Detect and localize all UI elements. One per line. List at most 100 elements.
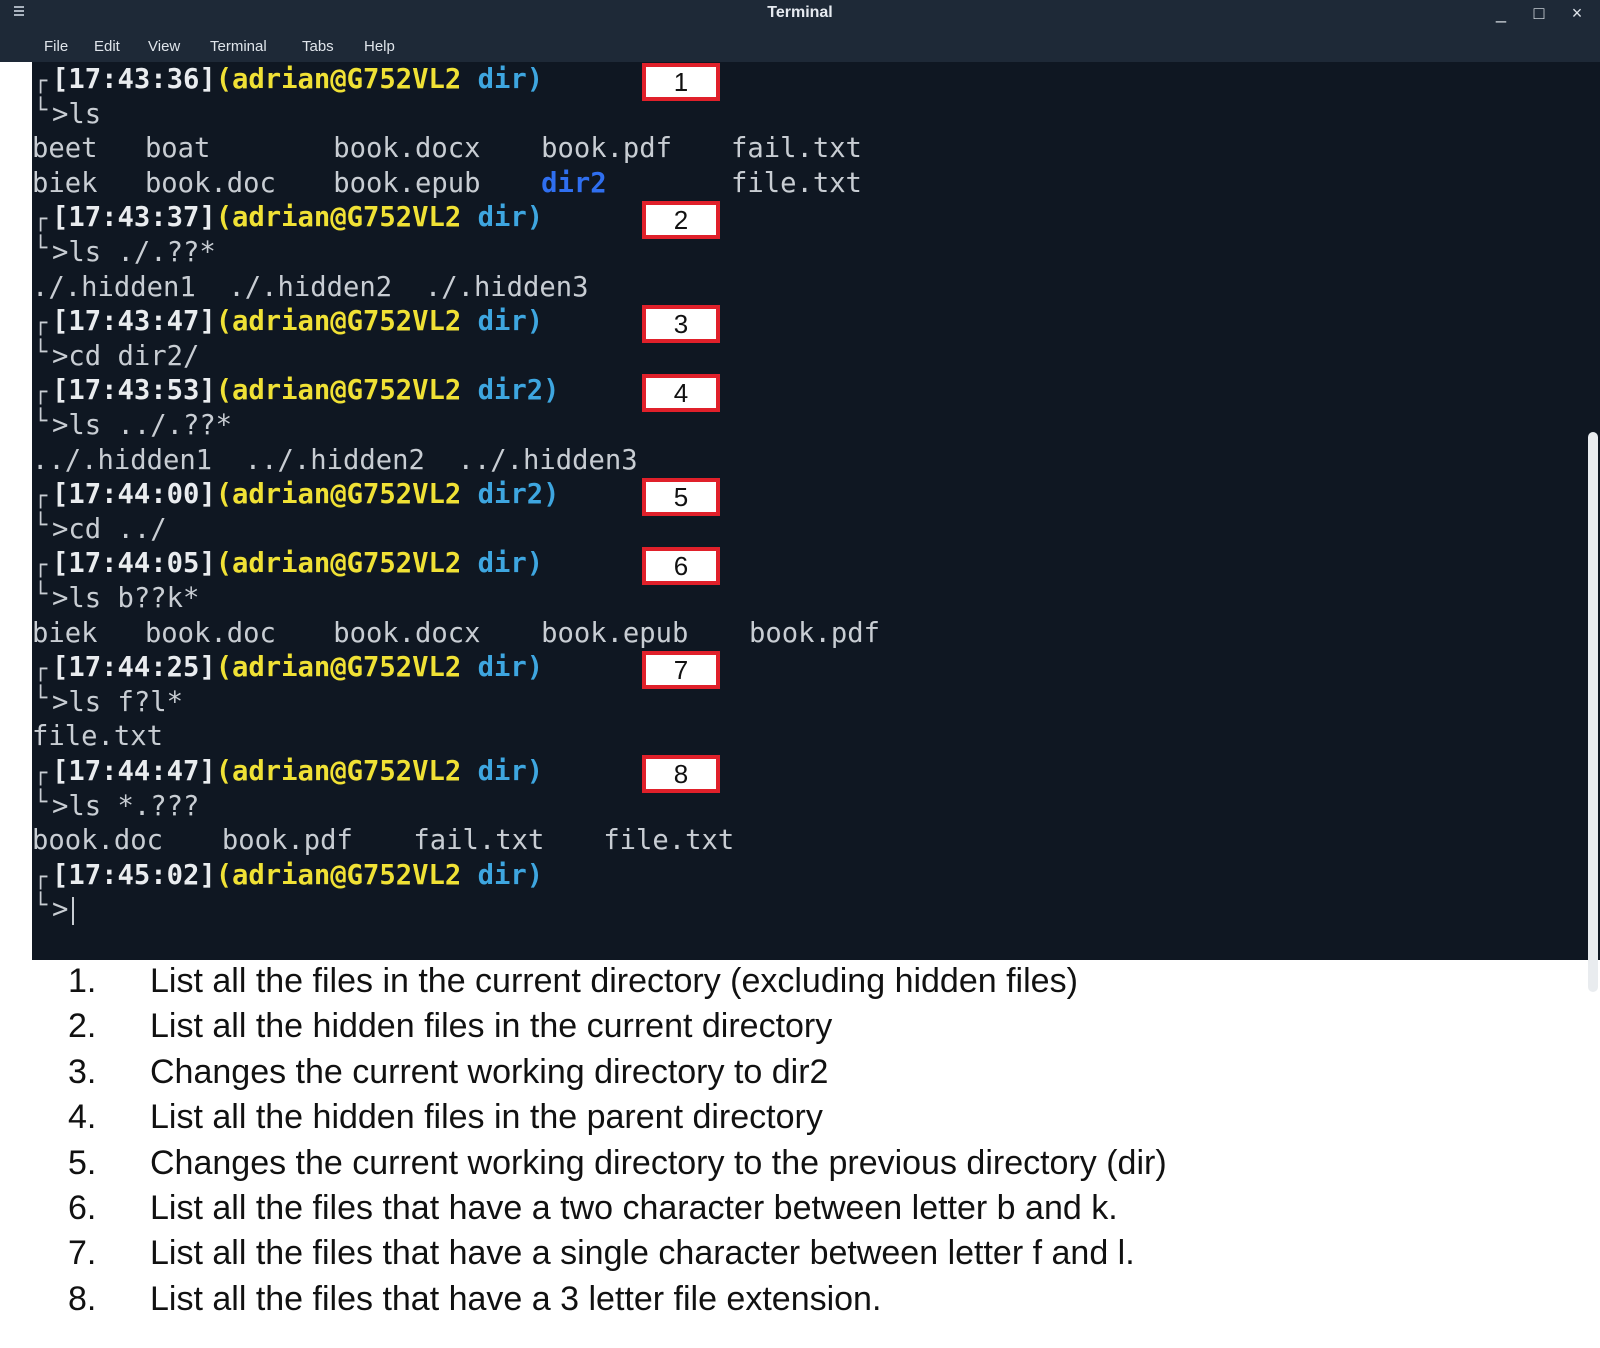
prompt-directory: dir2) bbox=[477, 375, 560, 407]
step-label-6: 6 bbox=[642, 547, 720, 586]
menu-tabs[interactable]: Tabs bbox=[302, 38, 334, 55]
file-entry: book.doc bbox=[144, 617, 276, 649]
menu-bar: File Edit View Terminal Tabs Help bbox=[0, 28, 1600, 62]
prompt-user-host: (adrian@G752VL2 bbox=[215, 375, 462, 407]
file-entry: book.docx bbox=[333, 617, 481, 649]
file-entry: book.doc bbox=[32, 825, 163, 857]
file-entry: beet bbox=[32, 133, 98, 165]
prompt-timestamp: [17:44:25] bbox=[52, 652, 216, 684]
list-item-number: 5. bbox=[68, 1143, 97, 1182]
step-label-4: 4 bbox=[642, 374, 720, 413]
menu-view[interactable]: View bbox=[148, 38, 180, 55]
prompt-directory: dir) bbox=[477, 202, 544, 234]
file-entry: book.pdf bbox=[221, 825, 353, 857]
scrollbar-thumb[interactable] bbox=[1588, 432, 1598, 992]
file-entry: book.pdf bbox=[749, 617, 880, 649]
file-entry: book.docx bbox=[333, 133, 481, 165]
prompt-corner-icon: └ bbox=[34, 685, 48, 711]
step-label-3: 3 bbox=[642, 305, 720, 344]
list-item-text: Changes the current working directory to… bbox=[150, 1052, 829, 1091]
prompt-user-host: (adrian@G752VL2 bbox=[215, 548, 462, 580]
file-entry: boat bbox=[144, 133, 211, 165]
step-label-2: 2 bbox=[642, 201, 720, 240]
list-item-number: 8. bbox=[68, 1279, 97, 1318]
prompt-directory: dir) bbox=[477, 652, 544, 684]
step-label-1: 1 bbox=[642, 63, 720, 101]
command-text: >cd dir2/ bbox=[52, 340, 200, 372]
prompt-directory: dir2) bbox=[477, 479, 560, 511]
step-label-5: 5 bbox=[642, 478, 720, 517]
directory-entry: dir2 bbox=[541, 167, 607, 199]
prompt-timestamp: [17:43:47] bbox=[52, 306, 216, 338]
maximize-button[interactable]: □ bbox=[1524, 0, 1554, 28]
prompt-timestamp: [17:45:02] bbox=[52, 859, 216, 891]
prompt-directory: dir) bbox=[477, 859, 544, 891]
list-item-text: List all the hidden files in the current… bbox=[150, 1007, 833, 1046]
list-item-text: List all the files that have a single ch… bbox=[150, 1234, 1135, 1273]
prompt-directory: dir) bbox=[477, 756, 544, 787]
terminal-output[interactable]: ┌ [17:43:36](adrian@G752VL2 dir) 1 └ >ls beet… bbox=[32, 62, 1582, 960]
close-button[interactable]: × bbox=[1562, 0, 1592, 28]
step-label-7: 7 bbox=[642, 651, 720, 690]
prompt-directory: dir) bbox=[477, 64, 544, 95]
list-item-text: Changes the current working directory to… bbox=[150, 1143, 1167, 1182]
file-entry: file.txt bbox=[603, 825, 735, 857]
menu-file[interactable]: File bbox=[44, 38, 68, 55]
prompt-timestamp: [17:43:53] bbox=[52, 375, 216, 407]
list-item-number: 2. bbox=[68, 1007, 97, 1046]
window-title: Terminal bbox=[767, 4, 833, 21]
prompt-directory: dir) bbox=[477, 548, 544, 580]
command-text: > bbox=[52, 894, 69, 926]
prompt-text: [17:43:37](adrian@G752VL2 dir) bbox=[52, 201, 543, 235]
prompt-text: [17:43:47](adrian@G752VL2 dir) bbox=[52, 305, 543, 339]
list-item-text: List all the files that have a two chara… bbox=[150, 1189, 1118, 1227]
file-entry: biek bbox=[32, 617, 98, 649]
prompt-timestamp: [17:44:00] bbox=[52, 479, 216, 511]
list-item-number: 6. bbox=[68, 1189, 97, 1227]
menu-help[interactable]: Help bbox=[364, 38, 395, 55]
list-item-text: List all the hidden files in the parent … bbox=[150, 1098, 823, 1137]
prompt-text: [17:45:02](adrian@G752VL2 dir) bbox=[52, 859, 543, 893]
file-entry: biek bbox=[32, 167, 98, 199]
prompt-timestamp: [17:44:05] bbox=[52, 548, 216, 580]
scrollbar[interactable] bbox=[1584, 62, 1600, 992]
prompt-corner-icon: └ bbox=[34, 236, 48, 261]
prompt-text: [17:43:53](adrian@G752VL2 dir2) bbox=[52, 374, 559, 408]
command-text: >ls b??k* bbox=[52, 583, 200, 614]
prompt-text: [17:43:36](adrian@G752VL2 dir) bbox=[52, 63, 543, 97]
list-item-number: 1. bbox=[68, 962, 97, 1000]
file-entry: file.txt bbox=[730, 167, 862, 199]
minimize-button[interactable]: _ bbox=[1486, 0, 1516, 28]
prompt-corner-icon: └ bbox=[34, 893, 48, 919]
terminal-window: Terminal _ □ × File Edit View Terminal T… bbox=[0, 0, 1600, 992]
prompt-directory: dir) bbox=[477, 306, 544, 338]
prompt-corner-icon: └ bbox=[34, 789, 48, 815]
list-item-number: 4. bbox=[68, 1098, 97, 1137]
command-text: >ls bbox=[52, 98, 102, 130]
text-cursor bbox=[72, 897, 74, 926]
file-entry: fail.txt bbox=[730, 133, 862, 165]
prompt-user-host: (adrian@G752VL2 bbox=[215, 202, 462, 234]
file-entry: book.epub bbox=[541, 617, 689, 649]
list-item-text: List all the files that have a 3 letter … bbox=[150, 1279, 882, 1318]
prompt-user-host: (adrian@G752VL2 bbox=[215, 306, 462, 338]
prompt-corner-icon: └ bbox=[34, 97, 48, 123]
title-bar: Terminal _ □ × bbox=[0, 0, 1600, 28]
menu-terminal[interactable]: Terminal bbox=[210, 38, 267, 55]
prompt-user-host: (adrian@G752VL2 bbox=[215, 479, 462, 511]
menu-edit[interactable]: Edit bbox=[94, 38, 120, 55]
command-text: >ls *.??? bbox=[52, 790, 200, 822]
prompt-user-host: (adrian@G752VL2 bbox=[215, 756, 462, 787]
prompt-corner-icon: └ bbox=[34, 582, 48, 607]
file-entry: book.epub bbox=[333, 167, 481, 199]
command-text: >ls ./.??* bbox=[52, 237, 216, 268]
prompt-user-host: (adrian@G752VL2 bbox=[215, 652, 462, 684]
